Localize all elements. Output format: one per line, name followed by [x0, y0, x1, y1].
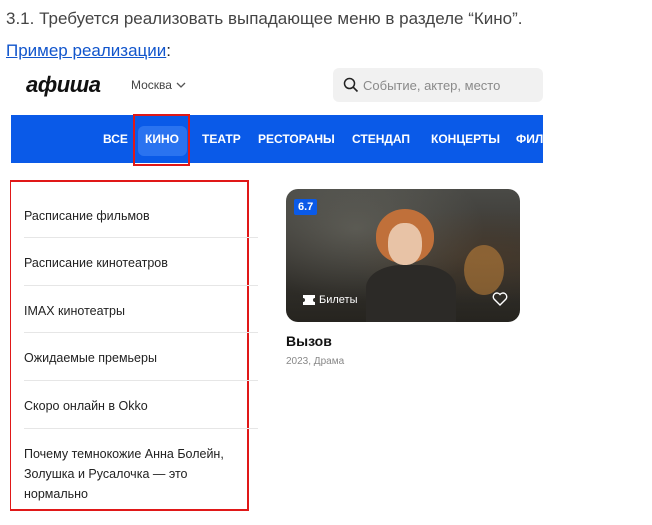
- nav-item-standup[interactable]: СТЕНДАП: [352, 115, 410, 163]
- example-link[interactable]: Пример реализации: [6, 41, 166, 60]
- movie-card[interactable]: 6.7 Билеты: [286, 189, 520, 322]
- menu-item-okko[interactable]: Скоро онлайн в Okko: [24, 396, 250, 416]
- task-heading: 3.1. Требуется реализовать выпадающее ме…: [6, 9, 523, 28]
- tickets-label: Билеты: [319, 294, 358, 306]
- site-screenshot: афиша Москва ВСЕ КИНО ТЕАТР РЕСТОРАНЫ СТ…: [10, 64, 543, 525]
- menu-divider: [24, 332, 258, 333]
- rating-badge: 6.7: [294, 199, 318, 215]
- search-box[interactable]: [333, 68, 543, 102]
- menu-item-premieres[interactable]: Ожидаемые премьеры: [24, 348, 250, 368]
- menu-item-film-schedule[interactable]: Расписание фильмов: [24, 206, 250, 226]
- nav-item-all[interactable]: ВСЕ: [103, 115, 128, 163]
- site-logo[interactable]: афиша: [26, 72, 101, 98]
- menu-item-article[interactable]: Почему темнокожие Анна Болейн, Золушка и…: [24, 444, 250, 504]
- nav-item-restaurants[interactable]: РЕСТОРАНЫ: [258, 115, 335, 163]
- heart-icon[interactable]: [492, 292, 508, 306]
- search-input[interactable]: [363, 68, 538, 102]
- menu-item-cinema-schedule[interactable]: Расписание кинотеатров: [24, 253, 250, 273]
- example-line: Пример реализации:: [6, 41, 171, 61]
- city-label: Москва: [131, 78, 172, 92]
- movie-meta: 2023, Драма: [286, 356, 345, 367]
- nav-item-concerts[interactable]: КОНЦЕРТЫ: [431, 115, 500, 163]
- example-colon: :: [166, 41, 171, 60]
- ticket-icon: [303, 295, 315, 305]
- nav-item-films[interactable]: ФИЛ: [516, 115, 543, 163]
- nav-item-teatr[interactable]: ТЕАТР: [202, 115, 241, 163]
- menu-item-imax[interactable]: IMAX кинотеатры: [24, 301, 250, 321]
- menu-divider: [24, 380, 258, 381]
- search-icon: [343, 77, 359, 93]
- highlight-frame-kino: [133, 114, 190, 166]
- poster-lamp: [464, 245, 504, 295]
- poster-body: [366, 265, 456, 322]
- kino-dropdown-menu: Расписание фильмов Расписание кинотеатро…: [10, 180, 258, 511]
- chevron-down-icon: [176, 82, 186, 88]
- tickets-button[interactable]: Билеты: [303, 294, 357, 306]
- menu-divider: [24, 237, 258, 238]
- city-selector[interactable]: Москва: [131, 78, 186, 92]
- movie-title[interactable]: Вызов: [286, 333, 332, 349]
- poster-face: [388, 223, 422, 265]
- menu-divider: [24, 428, 258, 429]
- menu-divider: [24, 285, 258, 286]
